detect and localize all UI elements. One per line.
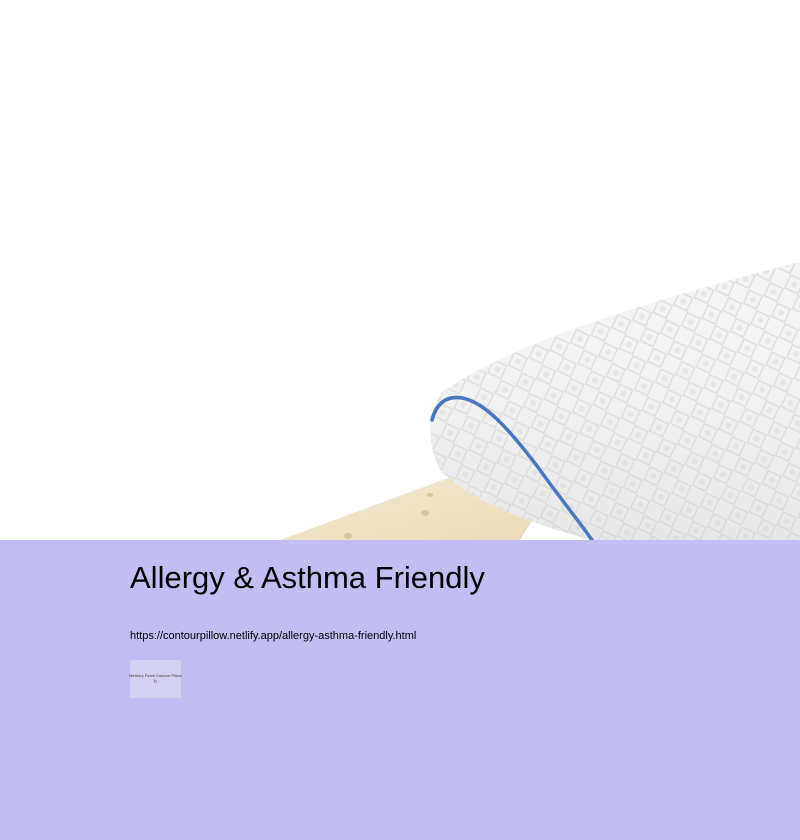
thumbnail-label: Memory Foam Contour Pillow (129, 673, 182, 678)
refresh-icon: ↻ (153, 679, 158, 685)
thumbnail-card[interactable]: Memory Foam Contour Pillow ↻ (129, 660, 182, 698)
page-title: Allergy & Asthma Friendly (130, 560, 485, 595)
pillow-illustration (280, 262, 800, 540)
hero-image (0, 0, 800, 540)
page-url-link[interactable]: https://contourpillow.netlify.app/allerg… (130, 630, 416, 642)
content-section: Allergy & Asthma Friendly https://contou… (0, 540, 800, 840)
